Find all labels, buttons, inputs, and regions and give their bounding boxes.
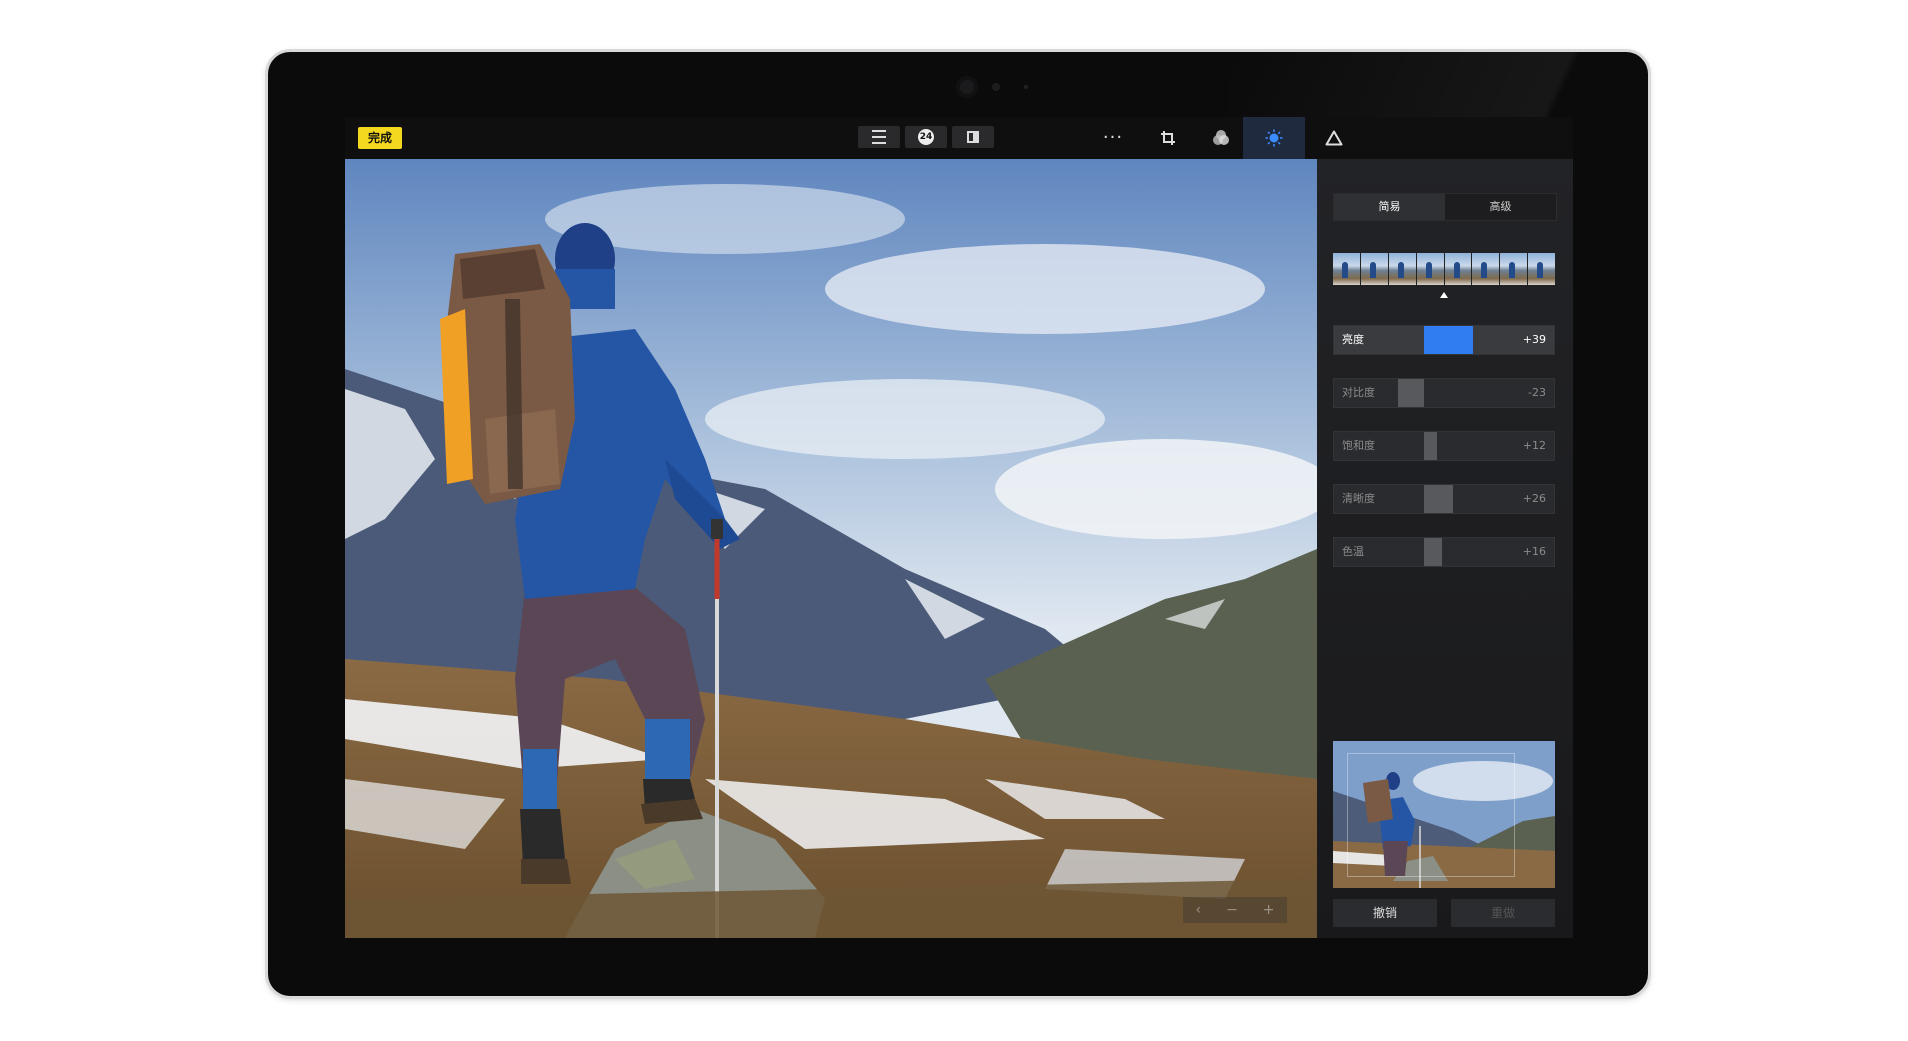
preset-thumb[interactable] — [1333, 253, 1360, 285]
menu-icon — [872, 130, 886, 144]
split-view-icon — [967, 131, 979, 143]
slider-value: +39 — [1522, 333, 1546, 346]
temperature-slider[interactable]: 色温 +16 — [1333, 537, 1555, 567]
hiker-photo — [345, 159, 1317, 938]
zoom-in-button[interactable]: + — [1263, 902, 1275, 918]
preset-thumb[interactable] — [1472, 253, 1500, 285]
slider-value: +16 — [1522, 545, 1546, 558]
slider-label: 亮度 — [1342, 333, 1364, 346]
crop-icon — [1161, 131, 1175, 145]
zoom-out-button[interactable]: − — [1226, 902, 1238, 918]
light-tool-button[interactable] — [1243, 117, 1305, 159]
compare-button[interactable] — [952, 126, 994, 148]
zoom-prev-button[interactable]: ‹ — [1195, 902, 1201, 918]
slider-label: 清晰度 — [1342, 492, 1375, 505]
adjust-panel: 简易 高级 亮度 +39 对比度 -23 饱和度 +12 清晰度 +26 色温 … — [1317, 159, 1573, 938]
slider-value: -23 — [1528, 386, 1546, 399]
done-button[interactable]: 完成 — [358, 127, 402, 149]
clarity-slider[interactable]: 清晰度 +26 — [1333, 484, 1555, 514]
tablet-device: 完成 24 ··· ‹ − + 简易 高级 亮度 +39 对比度 -23 饱和度… — [268, 52, 1648, 996]
brightness-slider[interactable]: 亮度 +39 — [1333, 325, 1555, 355]
more-button[interactable]: ··· — [1082, 117, 1144, 159]
saturation-slider[interactable]: 饱和度 +12 — [1333, 431, 1555, 461]
slider-thumb[interactable] — [1424, 432, 1437, 460]
navigator-thumbnail[interactable] — [1333, 741, 1555, 888]
tab-simple[interactable]: 简易 — [1334, 194, 1445, 220]
preset-thumb[interactable] — [1500, 253, 1528, 285]
app-screen: 完成 24 ··· ‹ − + 简易 高级 亮度 +39 对比度 -23 饱和度… — [345, 117, 1573, 938]
slider-value: +12 — [1522, 439, 1546, 452]
zoom-controls: ‹ − + — [1183, 897, 1287, 923]
version-count-button[interactable]: 24 — [905, 126, 947, 148]
redo-button[interactable]: 重做 — [1451, 899, 1555, 927]
count-badge: 24 — [918, 129, 934, 145]
slider-thumb[interactable] — [1398, 379, 1424, 407]
preset-thumb[interactable] — [1388, 253, 1416, 285]
indicator-light — [1024, 85, 1028, 89]
menu-button[interactable] — [858, 126, 900, 148]
front-camera — [956, 76, 978, 98]
contrast-slider[interactable]: 对比度 -23 — [1333, 378, 1555, 408]
preset-marker-icon — [1440, 292, 1448, 298]
preset-thumb[interactable] — [1416, 253, 1444, 285]
preset-thumb[interactable] — [1444, 253, 1472, 285]
slider-thumb[interactable] — [1424, 538, 1442, 566]
light-adjust-icon — [1265, 129, 1283, 147]
preset-thumb[interactable] — [1360, 253, 1388, 285]
slider-value: +26 — [1522, 492, 1546, 505]
slider-label: 色温 — [1342, 545, 1364, 558]
triangle-icon — [1325, 130, 1343, 146]
viewport-frame[interactable] — [1347, 753, 1515, 877]
slider-label: 饱和度 — [1342, 439, 1375, 452]
undo-button[interactable]: 撤销 — [1333, 899, 1437, 927]
top-toolbar: 完成 24 ··· — [345, 117, 1573, 159]
tab-advanced[interactable]: 高级 — [1445, 194, 1556, 220]
slider-thumb[interactable] — [1424, 485, 1453, 513]
light-sensor — [992, 83, 1000, 91]
preset-thumb[interactable] — [1528, 253, 1555, 285]
slider-thumb[interactable] — [1424, 326, 1473, 354]
tool-4-button[interactable] — [1303, 117, 1365, 159]
filters-icon — [1213, 130, 1229, 145]
slider-label: 对比度 — [1342, 386, 1375, 399]
preset-filmstrip[interactable] — [1333, 253, 1555, 285]
photo-canvas[interactable]: ‹ − + — [345, 159, 1317, 938]
more-dots-icon: ··· — [1102, 127, 1124, 148]
mode-tabs: 简易 高级 — [1333, 193, 1557, 221]
